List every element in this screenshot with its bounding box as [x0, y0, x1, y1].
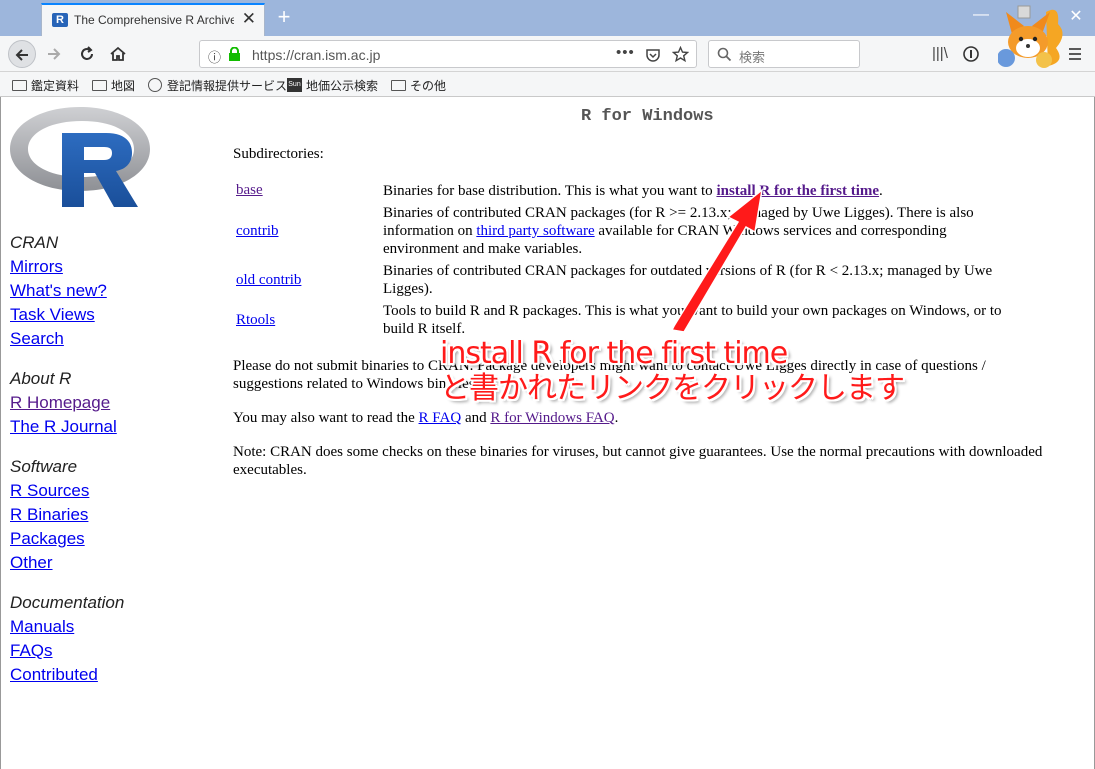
bookmark-folder-map[interactable]: 地図 — [92, 76, 135, 94]
r-windows-faq-link[interactable]: R for Windows FAQ — [490, 410, 614, 426]
lock-icon — [229, 47, 240, 61]
r-logo-icon — [10, 107, 150, 207]
virus-note-paragraph: Note: CRAN does some checks on these bin… — [233, 444, 1043, 478]
annotation-line-2: と書かれたリンクをクリックします — [440, 371, 905, 406]
search-icon — [717, 47, 732, 62]
sidebar-link-mirrors[interactable]: Mirrors — [10, 257, 63, 277]
faq-text: and — [461, 410, 491, 426]
annotation-line-1: install R for the first time — [440, 336, 788, 371]
sidebar-link-faqs[interactable]: FAQs — [10, 641, 53, 661]
new-tab-button[interactable]: + — [271, 3, 297, 31]
subdir-link-contrib[interactable]: contrib — [236, 223, 279, 240]
subdir-desc-old-contrib: Binaries of contributed CRAN packages fo… — [383, 263, 993, 297]
search-bar[interactable]: 検索 — [708, 40, 860, 68]
library-icon[interactable]: |||\ — [932, 45, 948, 62]
faq-text: You may also want to read the — [233, 410, 419, 426]
home-button[interactable] — [104, 40, 132, 68]
sidebar-link-r-binaries[interactable]: R Binaries — [10, 505, 88, 525]
sidebar-link-r-sources[interactable]: R Sources — [10, 481, 89, 501]
subdir-link-old-contrib[interactable]: old contrib — [236, 272, 301, 289]
title-bar: R The Comprehensive R Archive N ✕ + — ✕ — [0, 0, 1095, 36]
browser-tab[interactable]: R The Comprehensive R Archive N ✕ — [41, 3, 265, 36]
faq-text: . — [614, 410, 619, 426]
password-manager-icon[interactable] — [963, 46, 979, 62]
sidebar-link-r-homepage[interactable]: R Homepage — [10, 393, 110, 413]
page-actions-icon[interactable]: ••• — [616, 44, 635, 61]
url-bar[interactable]: ⓘ https://cran.ism.ac.jp ••• — [199, 40, 697, 68]
pocket-icon[interactable] — [645, 47, 661, 63]
bookmarks-toolbar: 鑑定資料 地図 登記情報提供サービス Sun 地価公示検索 その他 — [0, 72, 1095, 97]
sidebar-link-other[interactable]: Other — [10, 553, 53, 573]
navigation-bar: ⓘ https://cran.ism.ac.jp ••• 検索 |||\ — [0, 36, 1095, 72]
bookmark-label: 地図 — [111, 78, 136, 93]
sidebar-section-documentation: Documentation — [10, 593, 125, 612]
faq-paragraph: You may also want to read the R FAQ and … — [233, 409, 1043, 427]
bookmark-registry-service[interactable]: 登記情報提供サービス — [148, 76, 287, 94]
bookmark-label: その他 — [410, 78, 447, 93]
arrow-left-icon — [15, 49, 28, 61]
subdir-desc-contrib: Binaries of contributed CRAN packages (f… — [383, 204, 1008, 258]
bookmark-folder-appraisal[interactable]: 鑑定資料 — [12, 76, 79, 94]
subdir-desc-rtools: Tools to build R and R packages. This is… — [383, 303, 1002, 337]
subdir-link-base[interactable]: base — [236, 182, 263, 199]
sidebar-link-r-journal[interactable]: The R Journal — [10, 417, 117, 437]
back-button[interactable] — [8, 40, 36, 68]
subdir-desc-base: Binaries for base distribution. This is … — [383, 182, 1008, 200]
sidebar-section-cran: CRAN — [10, 233, 59, 252]
sidebar-link-contributed[interactable]: Contributed — [10, 665, 98, 685]
url-text[interactable]: https://cran.ism.ac.jp — [252, 47, 380, 63]
folder-icon — [92, 79, 107, 91]
annotation-text: install R for the first time と書かれたリンクをクリ… — [440, 336, 905, 406]
sun-icon: Sun — [287, 78, 302, 92]
arrow-right-icon — [48, 48, 61, 60]
subdirectories-label: Subdirectories: — [233, 146, 324, 162]
close-tab-icon[interactable]: ✕ — [242, 9, 256, 29]
sidebar-link-whats-new[interactable]: What's new? — [10, 281, 107, 301]
fox-mascot-icon — [998, 5, 1063, 68]
info-icon[interactable]: ⓘ — [208, 47, 221, 66]
bookmark-label: 鑑定資料 — [31, 78, 80, 93]
forward-button[interactable] — [40, 40, 68, 68]
bookmark-land-price-search[interactable]: Sun 地価公示検索 — [287, 76, 378, 94]
globe-icon — [148, 78, 162, 92]
r-faq-link[interactable]: R FAQ — [419, 410, 462, 426]
sidebar-link-manuals[interactable]: Manuals — [10, 617, 74, 637]
subdir-link-rtools[interactable]: Rtools — [236, 312, 275, 329]
folder-icon — [12, 79, 27, 91]
folder-icon — [391, 79, 406, 91]
bookmark-folder-other[interactable]: その他 — [391, 76, 446, 94]
sidebar-link-task-views[interactable]: Task Views — [10, 305, 95, 325]
desc-text: Binaries for base distribution. This is … — [383, 183, 717, 199]
sidebar-link-packages[interactable]: Packages — [10, 529, 85, 549]
reload-button[interactable] — [73, 40, 101, 68]
bookmark-label: 地価公示検索 — [306, 78, 379, 93]
page-title: R for Windows — [581, 107, 714, 126]
tab-title: The Comprehensive R Archive N — [74, 13, 234, 27]
r-favicon-icon: R — [52, 13, 68, 27]
bookmark-label: 登記情報提供サービス — [167, 78, 288, 93]
reload-icon — [81, 46, 93, 60]
minimize-button[interactable]: — — [968, 6, 994, 30]
sidebar-link-search[interactable]: Search — [10, 329, 64, 349]
desc-text: . — [879, 183, 883, 199]
home-icon — [110, 46, 126, 61]
sidebar-section-software: Software — [10, 457, 78, 476]
sidebar-section-about-r: About R — [10, 369, 72, 388]
third-party-software-link[interactable]: third party software — [476, 223, 594, 239]
search-placeholder: 検索 — [739, 50, 766, 65]
bookmark-star-icon[interactable] — [672, 46, 689, 63]
page-viewport: CRAN Mirrors What's new? Task Views Sear… — [0, 97, 1095, 769]
install-r-first-time-link[interactable]: install R for the first time — [716, 183, 879, 199]
